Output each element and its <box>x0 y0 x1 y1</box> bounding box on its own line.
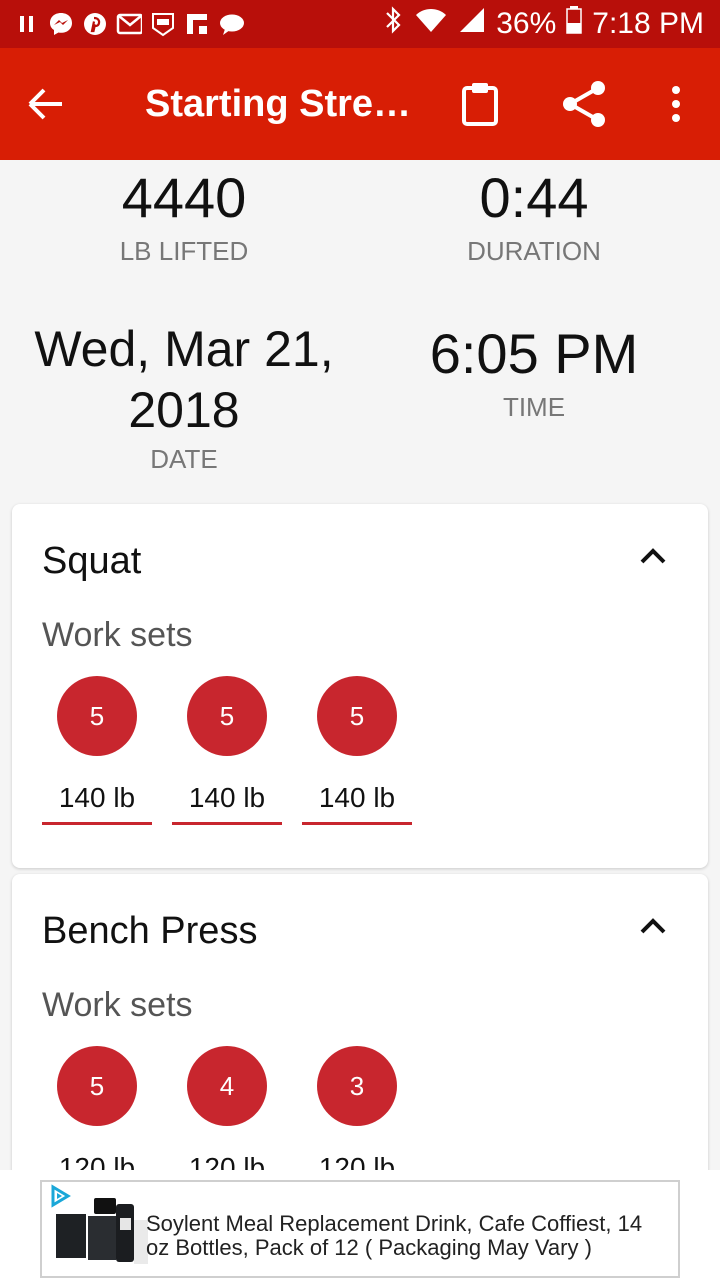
work-sets-label: Work sets <box>42 986 193 1024</box>
set-reps-button[interactable]: 5 <box>187 676 267 756</box>
stat-date-label: DATE <box>150 444 218 474</box>
stat-time: 6:05 PM TIME <box>384 322 684 424</box>
clipboard-icon <box>462 83 498 126</box>
clipboard-button[interactable] <box>458 80 502 128</box>
messenger-icon <box>48 11 74 37</box>
status-bar: 36% 7:18 PM <box>0 0 720 48</box>
signal-icon <box>458 6 486 42</box>
set-underline <box>302 822 412 825</box>
set-item[interactable]: 5 120 lb <box>42 1046 152 1170</box>
wifi-icon <box>414 6 448 42</box>
stat-duration-label: DURATION <box>467 236 601 266</box>
stat-time-value: 6:05 PM <box>429 322 639 385</box>
chevron-up-icon <box>640 548 666 564</box>
stat-date-value-line1: Wed, Mar 21, <box>34 321 334 377</box>
stat-date: Wed, Mar 21, 2018 DATE <box>4 318 364 476</box>
set-reps-button[interactable]: 5 <box>317 676 397 756</box>
clock: 7:18 PM <box>592 7 704 40</box>
set-reps-button[interactable]: 3 <box>317 1046 397 1126</box>
set-weight[interactable]: 140 lb <box>302 782 412 818</box>
set-underline <box>172 822 282 825</box>
back-arrow-icon <box>28 88 62 120</box>
more-options-button[interactable] <box>660 80 692 128</box>
pinterest-icon <box>82 11 108 37</box>
exercise-name: Squat <box>42 540 142 582</box>
stat-duration: 0:44 DURATION <box>394 166 674 268</box>
stat-time-label: TIME <box>502 392 566 422</box>
set-item[interactable]: 3 120 lb <box>302 1046 412 1170</box>
set-weight[interactable]: 140 lb <box>42 782 152 818</box>
stat-date-value-line2: 2018 <box>128 382 240 438</box>
set-reps-button[interactable]: 4 <box>187 1046 267 1126</box>
exercise-card: Bench Press Work sets 5 120 lb 4 120 lb … <box>12 874 708 1170</box>
set-underline <box>42 822 152 825</box>
set-weight[interactable]: 120 lb <box>172 1152 282 1170</box>
set-reps-button[interactable]: 5 <box>57 1046 137 1126</box>
set-reps-button[interactable]: 5 <box>57 676 137 756</box>
page-title: Starting Stre… <box>145 83 412 125</box>
set-item[interactable]: 5 140 lb <box>302 676 412 825</box>
set-item[interactable]: 5 140 lb <box>172 676 282 825</box>
stat-weight: 4440 LB LIFTED <box>44 166 324 268</box>
work-sets-label: Work sets <box>42 616 193 654</box>
bluetooth-icon <box>382 5 404 43</box>
share-icon <box>563 81 605 127</box>
set-weight[interactable]: 120 lb <box>42 1152 152 1170</box>
stat-weight-value: 4440 <box>121 166 247 229</box>
system-status: 36% 7:18 PM <box>382 4 704 44</box>
stat-weight-label: LB LIFTED <box>119 236 249 266</box>
share-button[interactable] <box>558 78 610 130</box>
chat-icon <box>218 11 244 37</box>
battery-percent: 36% <box>496 7 557 40</box>
stat-duration-value: 0:44 <box>479 166 589 229</box>
set-item[interactable]: 5 140 lb <box>42 676 152 825</box>
back-button[interactable] <box>24 82 68 126</box>
notification-icons <box>14 10 244 38</box>
chevron-up-icon <box>640 918 666 934</box>
exercise-name: Bench Press <box>42 910 258 952</box>
set-item[interactable]: 4 120 lb <box>172 1046 282 1170</box>
collapse-button[interactable] <box>638 914 668 938</box>
crossfit-games-icon <box>150 11 176 37</box>
set-weight[interactable]: 120 lb <box>302 1152 412 1170</box>
more-vert-icon <box>672 86 680 122</box>
exercise-card: Squat Work sets 5 140 lb 5 140 lb 5 140 … <box>12 504 708 868</box>
gmail-icon <box>116 11 142 37</box>
collapse-button[interactable] <box>638 544 668 568</box>
flipboard-icon <box>184 11 210 37</box>
ad-text: Soylent Meal Replacement Drink, Cafe Cof… <box>146 1211 643 1260</box>
workout-detail-content[interactable]: 4440 LB LIFTED 0:44 DURATION Wed, Mar 21… <box>0 160 720 1170</box>
ad-banner[interactable]: Soylent Meal Replacement Drink, Cafe Cof… <box>40 1180 680 1278</box>
battery-icon <box>566 5 583 43</box>
set-weight[interactable]: 140 lb <box>172 782 282 818</box>
pause-icon <box>14 11 40 37</box>
app-bar: Starting Stre… <box>0 48 720 160</box>
product-image[interactable] <box>54 1194 150 1270</box>
